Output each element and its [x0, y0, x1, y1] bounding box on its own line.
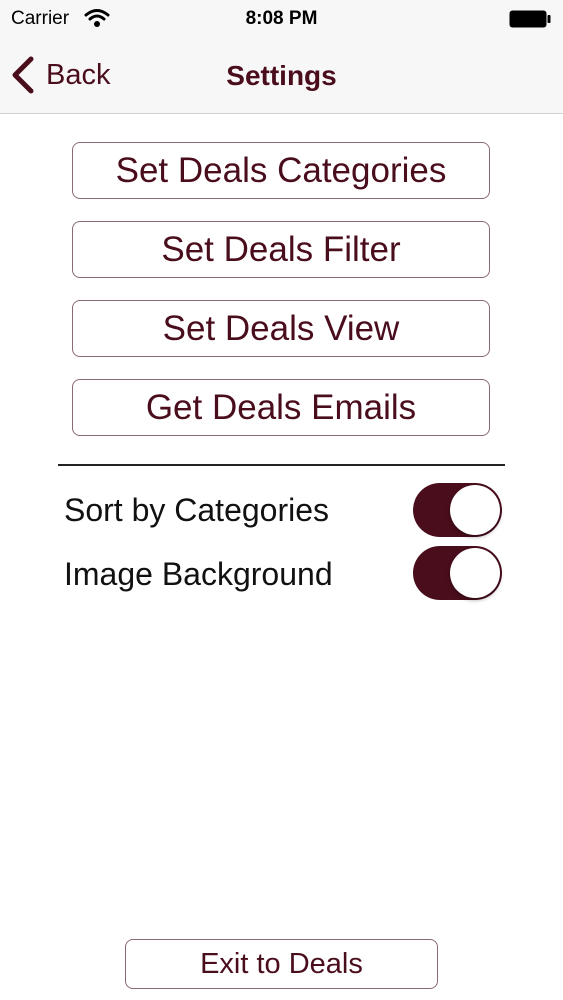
switch-knob: [450, 548, 500, 598]
battery-icon: [509, 10, 551, 28]
clock: 8:08 PM: [245, 8, 318, 29]
set-deals-filter-button[interactable]: Set Deals Filter: [72, 221, 490, 278]
image-background-switch[interactable]: [413, 546, 502, 600]
switch-knob: [450, 485, 500, 535]
set-deals-categories-button[interactable]: Set Deals Categories: [72, 142, 490, 199]
exit-to-deals-button[interactable]: Exit to Deals: [125, 939, 438, 989]
sort-by-categories-label: Sort by Categories: [64, 492, 330, 528]
set-deals-view-button[interactable]: Set Deals View: [72, 300, 490, 357]
page-title: Settings: [226, 60, 337, 91]
sort-by-categories-switch[interactable]: [413, 483, 502, 537]
get-deals-emails-button[interactable]: Get Deals Emails: [72, 379, 490, 436]
section-divider: [58, 464, 505, 466]
image-background-label: Image Background: [64, 556, 333, 592]
navigation-bar: Back Settings: [0, 38, 563, 114]
status-bar: Carrier 8:08 PM: [0, 0, 563, 38]
